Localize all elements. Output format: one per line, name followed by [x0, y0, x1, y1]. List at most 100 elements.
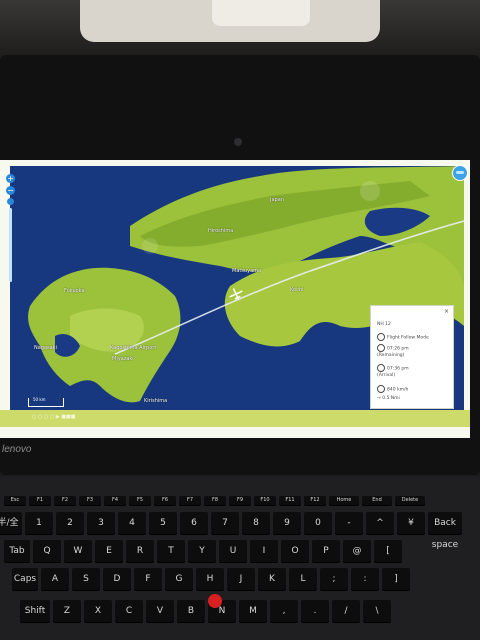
key-a[interactable]: A — [41, 568, 69, 590]
key-f6[interactable]: F6 — [154, 496, 176, 505]
key-tab[interactable]: Tab — [4, 540, 30, 562]
scale-label: 50 km — [33, 397, 46, 402]
close-icon[interactable]: × — [444, 308, 449, 315]
key-z[interactable]: Z — [53, 600, 81, 622]
key--[interactable]: / — [332, 600, 360, 622]
key-f5[interactable]: F5 — [129, 496, 151, 505]
key-o[interactable]: O — [281, 540, 309, 562]
key-caps[interactable]: Caps — [12, 568, 38, 590]
key-f7[interactable]: F7 — [179, 496, 201, 505]
key-j[interactable]: J — [227, 568, 255, 590]
key--[interactable]: ¥ — [397, 512, 425, 534]
key-esc[interactable]: Esc — [4, 496, 26, 505]
key-f11[interactable]: F11 — [279, 496, 301, 505]
key--[interactable]: : — [351, 568, 379, 590]
lenovo-logo: lenovo — [2, 444, 32, 455]
key-4[interactable]: 4 — [118, 512, 146, 534]
key-b[interactable]: B — [177, 600, 205, 622]
key-1[interactable]: 1 — [25, 512, 53, 534]
key-g[interactable]: G — [165, 568, 193, 590]
key-e[interactable]: E — [95, 540, 123, 562]
key--[interactable]: , — [270, 600, 298, 622]
webcam — [234, 138, 242, 146]
key-f9[interactable]: F9 — [229, 496, 251, 505]
speed-icon — [377, 385, 385, 393]
globe-icon[interactable] — [452, 165, 468, 181]
map-label: Kirishima — [144, 398, 168, 404]
zoom-control[interactable]: + − — [6, 172, 15, 292]
key-f10[interactable]: F10 — [254, 496, 276, 505]
zoom-slider-handle[interactable] — [7, 198, 14, 205]
key-s[interactable]: S — [72, 568, 100, 590]
key-r[interactable]: R — [126, 540, 154, 562]
key-2[interactable]: 2 — [56, 512, 84, 534]
key-f2[interactable]: F2 — [54, 496, 76, 505]
key--[interactable]: @ — [343, 540, 371, 562]
key-u[interactable]: U — [219, 540, 247, 562]
clock-icon — [377, 364, 385, 372]
clock-icon — [377, 344, 385, 352]
zoom-in-button[interactable]: + — [6, 174, 15, 183]
key-f12[interactable]: F12 — [304, 496, 326, 505]
map-label: Kagoshima Airport — [110, 345, 157, 351]
map-label: Matsuyama — [232, 268, 262, 274]
airplane-seat-back — [0, 0, 480, 60]
tray-latch — [212, 0, 310, 26]
key--[interactable]: [ — [374, 540, 402, 562]
panel-row: 840 km/h — [377, 385, 408, 393]
panel-row: (Arrival) — [377, 373, 396, 378]
key-c[interactable]: C — [115, 600, 143, 622]
key-f4[interactable]: F4 — [104, 496, 126, 505]
key-home[interactable]: Home — [329, 496, 359, 505]
key-0[interactable]: 0 — [304, 512, 332, 534]
key-h[interactable]: H — [196, 568, 224, 590]
key-8[interactable]: 8 — [242, 512, 270, 534]
panel-row: Flight Follow Mode — [377, 333, 429, 341]
key-f8[interactable]: F8 — [204, 496, 226, 505]
zoom-out-button[interactable]: − — [6, 186, 15, 195]
map-label: Miyazaki — [112, 356, 134, 362]
key-d[interactable]: D — [103, 568, 131, 590]
key-end[interactable]: End — [362, 496, 392, 505]
key-f3[interactable]: F3 — [79, 496, 101, 505]
key--[interactable]: - — [335, 512, 363, 534]
key-i[interactable]: I — [250, 540, 278, 562]
key-f1[interactable]: F1 — [29, 496, 51, 505]
key-q[interactable]: Q — [33, 540, 61, 562]
panel-row: → 0.5 Nmi — [377, 396, 400, 401]
key-m[interactable]: M — [239, 600, 267, 622]
map-label: Japan — [270, 197, 284, 203]
key-6[interactable]: 6 — [180, 512, 208, 534]
map-label: Nagasaki — [34, 345, 57, 351]
key--[interactable]: ; — [320, 568, 348, 590]
trackpoint[interactable] — [208, 594, 222, 608]
key-y[interactable]: Y — [188, 540, 216, 562]
panel-title: NH 12 — [377, 322, 391, 327]
status-text: ○ ○ ○ ○ ▶ ■■■ — [32, 414, 76, 420]
key-7[interactable]: 7 — [211, 512, 239, 534]
key-f[interactable]: F — [134, 568, 162, 590]
key-delete[interactable]: Delete — [395, 496, 425, 505]
key-v[interactable]: V — [146, 600, 174, 622]
key-5[interactable]: 5 — [149, 512, 177, 534]
key--[interactable]: . — [301, 600, 329, 622]
key--[interactable]: ^ — [366, 512, 394, 534]
key-3[interactable]: 3 — [87, 512, 115, 534]
key-9[interactable]: 9 — [273, 512, 301, 534]
key-back-space[interactable]: Back space — [428, 512, 462, 550]
key-l[interactable]: L — [289, 568, 317, 590]
key--[interactable]: \ — [363, 600, 391, 622]
key--[interactable]: 半/全 — [0, 512, 22, 534]
map-status-bar: ○ ○ ○ ○ ▶ ■■■ — [0, 410, 470, 427]
map-scale-bar: 50 km — [28, 397, 64, 407]
key-t[interactable]: T — [157, 540, 185, 562]
panel-row: 07:36 pm — [377, 364, 409, 372]
key-w[interactable]: W — [64, 540, 92, 562]
zoom-slider-track[interactable] — [9, 208, 12, 282]
key-p[interactable]: P — [312, 540, 340, 562]
key-x[interactable]: X — [84, 600, 112, 622]
key-k[interactable]: K — [258, 568, 286, 590]
key-shift[interactable]: Shift — [20, 600, 50, 622]
key--[interactable]: ] — [382, 568, 410, 590]
check-icon — [377, 333, 385, 341]
